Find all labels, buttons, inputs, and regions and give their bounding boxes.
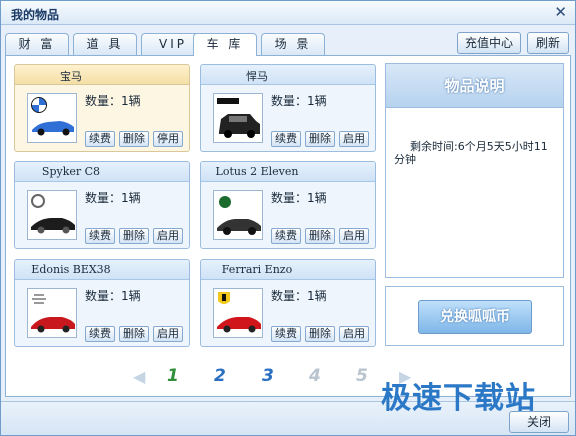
- car-name: Spyker C8: [41, 165, 101, 178]
- tab-scenes[interactable]: 场 景: [261, 33, 325, 55]
- quantity-label: 数量：1辆: [271, 191, 327, 205]
- card-header: Edonis BEX38: [15, 260, 189, 280]
- delete-button[interactable]: 删除: [305, 228, 335, 244]
- renew-button[interactable]: 续费: [271, 131, 301, 147]
- renew-button[interactable]: 续费: [85, 131, 115, 147]
- delete-button[interactable]: 删除: [119, 228, 149, 244]
- title-bar[interactable]: 我的物品 ✕: [1, 1, 575, 25]
- card-header: 宝马: [15, 65, 189, 85]
- car-thumbnail: [27, 190, 77, 240]
- car-thumbnail: [213, 288, 263, 338]
- card-header: Spyker C8: [15, 162, 189, 182]
- window-title: 我的物品: [11, 8, 60, 22]
- spyker-icon: [31, 194, 45, 208]
- card-header: Ferrari Enzo: [201, 260, 375, 280]
- car-name: Ferrari Enzo: [221, 263, 293, 276]
- item-description-title: 物品说明: [386, 64, 563, 108]
- quantity-label: 数量：1辆: [271, 289, 327, 303]
- edonis-icon: [32, 294, 46, 304]
- car-card-ferrari[interactable]: Ferrari Enzo 数量：1辆 续费 删除 启用: [200, 259, 376, 347]
- car-card-hummer[interactable]: 悍马 数量：1辆 续费 删除 启用: [200, 64, 376, 152]
- renew-button[interactable]: 续费: [271, 228, 301, 244]
- quantity-label: 数量：1辆: [85, 94, 141, 108]
- prev-page-icon[interactable]: ◀: [133, 367, 145, 386]
- page-3[interactable]: 3: [262, 366, 274, 386]
- car-card-edonis[interactable]: Edonis BEX38 数量：1辆 续费 删除 启用: [14, 259, 190, 347]
- close-icon[interactable]: ✕: [554, 3, 567, 21]
- exchange-panel: 兑换呱呱币: [385, 286, 564, 346]
- card-header: 悍马: [201, 65, 375, 85]
- enable-button[interactable]: 启用: [153, 326, 183, 342]
- item-description-panel: 物品说明 剩余时间:6个月5天5小时11分钟: [385, 63, 564, 278]
- hummer-icon: [217, 98, 239, 104]
- car-name: Lotus 2 Eleven: [215, 165, 299, 178]
- dialog-window: 我的物品 ✕ 财 富 道 具 VIP 车 库 场 景 充值中心 刷新 宝马 数量…: [0, 0, 576, 436]
- car-thumbnail: [27, 288, 77, 338]
- exchange-coins-button[interactable]: 兑换呱呱币: [418, 300, 532, 334]
- car-card-lotus[interactable]: Lotus 2 Eleven 数量：1辆 续费 删除 启用: [200, 161, 376, 249]
- enable-button[interactable]: 启用: [339, 228, 369, 244]
- enable-button[interactable]: 启用: [339, 326, 369, 342]
- car-card-bmw[interactable]: 宝马 数量：1辆 续费 删除 停用: [14, 64, 190, 152]
- tab-props[interactable]: 道 具: [73, 33, 137, 55]
- quantity-label: 数量：1辆: [271, 94, 327, 108]
- delete-button[interactable]: 删除: [119, 326, 149, 342]
- car-name: 宝马: [60, 70, 82, 83]
- car-thumbnail: [213, 190, 263, 240]
- car-thumbnail: [27, 93, 77, 143]
- page-1[interactable]: 1: [167, 366, 179, 386]
- enable-button[interactable]: 启用: [153, 228, 183, 244]
- delete-button[interactable]: 删除: [119, 131, 149, 147]
- recharge-button[interactable]: 充值中心: [457, 32, 521, 54]
- refresh-button[interactable]: 刷新: [527, 32, 569, 54]
- card-header: Lotus 2 Eleven: [201, 162, 375, 182]
- lotus-icon: [219, 196, 231, 208]
- tab-garage[interactable]: 车 库: [193, 33, 257, 56]
- enable-button[interactable]: 启用: [339, 131, 369, 147]
- car-card-spyker[interactable]: Spyker C8 数量：1辆 续费 删除 启用: [14, 161, 190, 249]
- disable-button[interactable]: 停用: [153, 131, 183, 147]
- renew-button[interactable]: 续费: [271, 326, 301, 342]
- renew-button[interactable]: 续费: [85, 326, 115, 342]
- quantity-label: 数量：1辆: [85, 289, 141, 303]
- tab-wealth[interactable]: 财 富: [5, 33, 69, 55]
- remaining-time-text: 剩余时间:6个月5天5小时11分钟: [394, 140, 548, 166]
- page-4[interactable]: 4: [309, 366, 321, 386]
- quantity-label: 数量：1辆: [85, 191, 141, 205]
- delete-button[interactable]: 删除: [305, 326, 335, 342]
- close-button[interactable]: 关闭: [509, 411, 569, 433]
- car-name: 悍马: [246, 70, 268, 83]
- page-5[interactable]: 5: [356, 366, 368, 386]
- renew-button[interactable]: 续费: [85, 228, 115, 244]
- car-thumbnail: [213, 93, 263, 143]
- delete-button[interactable]: 删除: [305, 131, 335, 147]
- car-name: Edonis BEX38: [31, 263, 111, 276]
- page-2[interactable]: 2: [214, 366, 226, 386]
